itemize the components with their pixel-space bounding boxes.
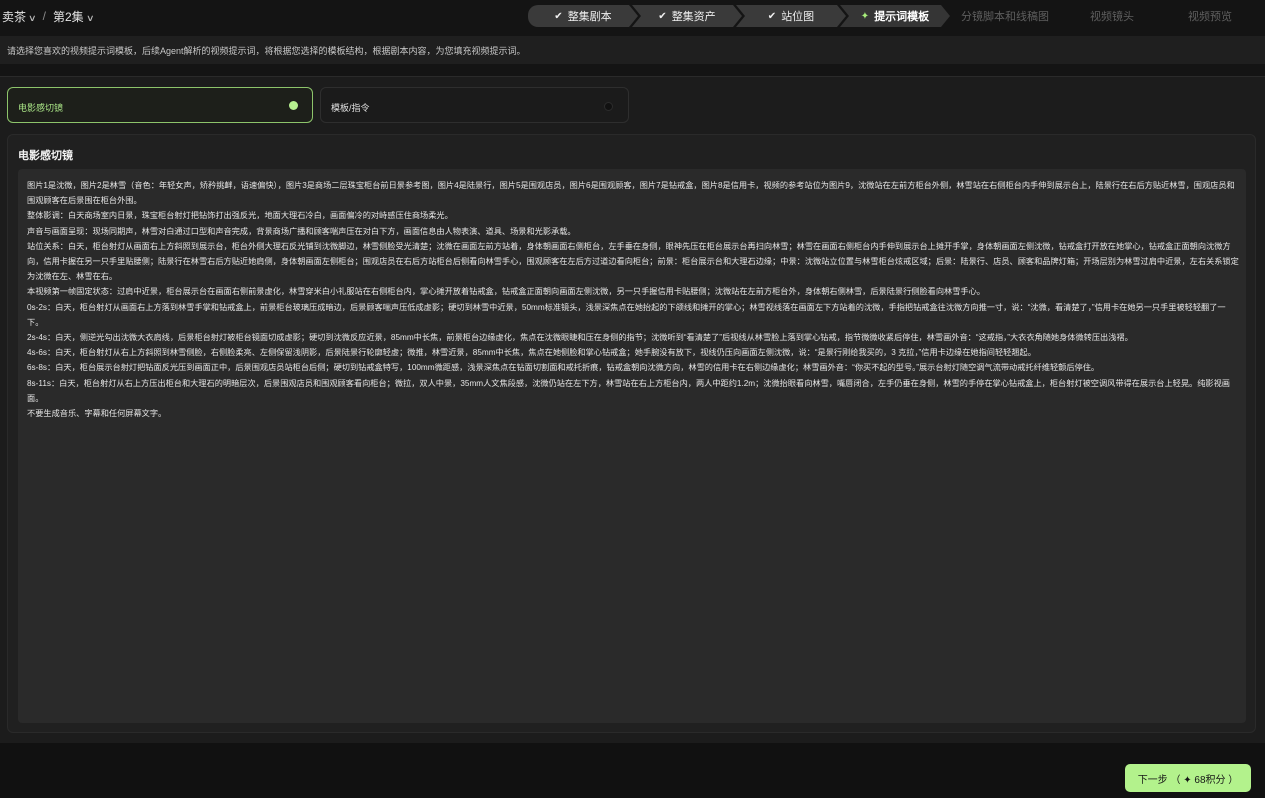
template-card-instruction[interactable]: 模板/指令 — [320, 87, 629, 123]
check-circle-icon: ✔ — [554, 10, 563, 22]
prompt-line: 4s-6s：白天，柜台射灯从右上方斜照到林雪侧脸，右侧脸柔亮、左侧保留浅阴影，后… — [27, 348, 1036, 358]
chevron-down-icon: ∨ — [85, 12, 95, 23]
episode-name: 第2集 — [52, 9, 84, 24]
prompt-line: 6s-8s：白天，柜台展示台射灯把钻面反光压到画面正中，后景围观店员站柜台后侧；… — [27, 363, 1100, 373]
hint-bar: 请选择您喜欢的视频提示词模板，后续Agent解析的视频提示词，将根据您选择的模板… — [0, 36, 1265, 64]
step-prompt-template[interactable]: ✦ 提示词模板 — [840, 5, 950, 27]
prompt-line: 声音与画面呈现：现场同期声，林雪对白通过口型和声音完成，背景商场广播和顾客喘声压… — [27, 226, 576, 236]
chevron-down-icon: ∨ — [28, 12, 37, 23]
prompt-line: 整体影调：白天商场室内日景，珠宝柜台射灯把钻饰打出强反光，地面大理石冷白，画面偏… — [27, 211, 453, 221]
episode-selector[interactable]: 第2集 ∨ — [52, 8, 95, 25]
step-storyboard[interactable]: 分镜脚本和线稿图 — [944, 5, 1066, 27]
step-video-preview[interactable]: 视频预览 — [1158, 5, 1262, 27]
prompt-line: 2s-4s：白天，侧逆光勾出沈微大衣肩线，后景柜台射灯被柜台镜面切成虚影；硬切到… — [27, 333, 1133, 343]
breadcrumb: 卖茶 ∨ / 第2集 ∨ — [2, 0, 95, 32]
step-script[interactable]: ✔ 整集剧本 — [528, 5, 638, 27]
template-editor: 电影感切镜 图片1是沈微，图片2是林雪（音色：年轻女声，矫矜挑衅，语速偏快），图… — [7, 134, 1256, 733]
prompt-line: 不要生成音乐、字幕和任何屏幕文字。 — [27, 409, 167, 419]
check-circle-icon: ✔ — [658, 10, 667, 22]
workflow-steps: ✔ 整集剧本 ✔ 整集资产 ✔ 站位图 ✦ 提示词模板 分镜脚本和线稿图 视频镜头 视频… — [528, 5, 1262, 27]
top-bar: 卖茶 ∨ / 第2集 ∨ ✔ 整集剧本 ✔ 整集资产 ✔ 站位图 ✦ 提示词模板 分镜脚本和… — [0, 0, 1265, 32]
prompt-text: 图片1是沈微，图片2是林雪（音色：年轻女声，矫矜挑衅，语速偏快），图片3是商场二… — [27, 178, 1239, 421]
check-circle-icon: ✔ — [767, 10, 777, 22]
next-step-button[interactable]: 下一步 （ ✦ 68积分 ） — [1125, 764, 1251, 792]
template-card-label: 模板/指令 — [331, 103, 370, 113]
editor-title: 电影感切镜 — [18, 150, 73, 162]
prompt-line: 图片1是沈微，图片2是林雪（音色：年轻女声，矫矜挑衅，语速偏快），图片3是商场二… — [27, 181, 1235, 206]
template-card-cinematic[interactable]: 电影感切镜 — [7, 87, 313, 123]
prompt-line: 本视频第一帧固定状态：过肩中近景，柜台展示台在画面右侧前景虚化，林雪穿米白小礼服… — [27, 287, 985, 297]
hint-text: 请选择您喜欢的视频提示词模板，后续Agent解析的视频提示词，将根据您选择的模板… — [7, 46, 526, 56]
prompt-line: 8s-11s：白天，柜台射灯从右上方压出柜台和大理石的明暗层次，后景围观店员和围… — [27, 378, 1230, 403]
unselected-radio-icon — [604, 102, 613, 111]
project-selector[interactable]: 卖茶 ∨ — [2, 8, 37, 25]
selected-radio-icon — [289, 101, 298, 110]
template-card-label: 电影感切镜 — [18, 103, 64, 113]
prompt-line: 0s-2s：白天，柜台射灯从画面右上方落到林雪手掌和钻戒盒上，前景柜台玻璃压成暗… — [27, 302, 1226, 327]
footer-bar: 下一步 （ ✦ 68积分 ） — [0, 743, 1265, 798]
step-blocking[interactable]: ✔ 站位图 — [736, 5, 846, 27]
step-assets[interactable]: ✔ 整集资产 — [632, 5, 742, 27]
breadcrumb-separator: / — [42, 9, 46, 23]
prompt-textarea[interactable]: 图片1是沈微，图片2是林雪（音色：年轻女声，矫矜挑衅，语速偏快），图片3是商场二… — [18, 169, 1246, 723]
template-panel: 电影感切镜 模板/指令 电影感切镜 图片1是沈微，图片2是林雪（音色：年轻女声，… — [0, 76, 1265, 744]
prompt-line: 站位关系：白天，柜台射灯从画面右上方斜照到展示台，柜台外侧大理石反光铺到沈微脚边… — [27, 241, 1239, 282]
project-name: 卖茶 — [2, 9, 27, 24]
step-video-shots[interactable]: 视频镜头 — [1060, 5, 1164, 27]
sparkle-icon: ✦ — [860, 10, 870, 22]
